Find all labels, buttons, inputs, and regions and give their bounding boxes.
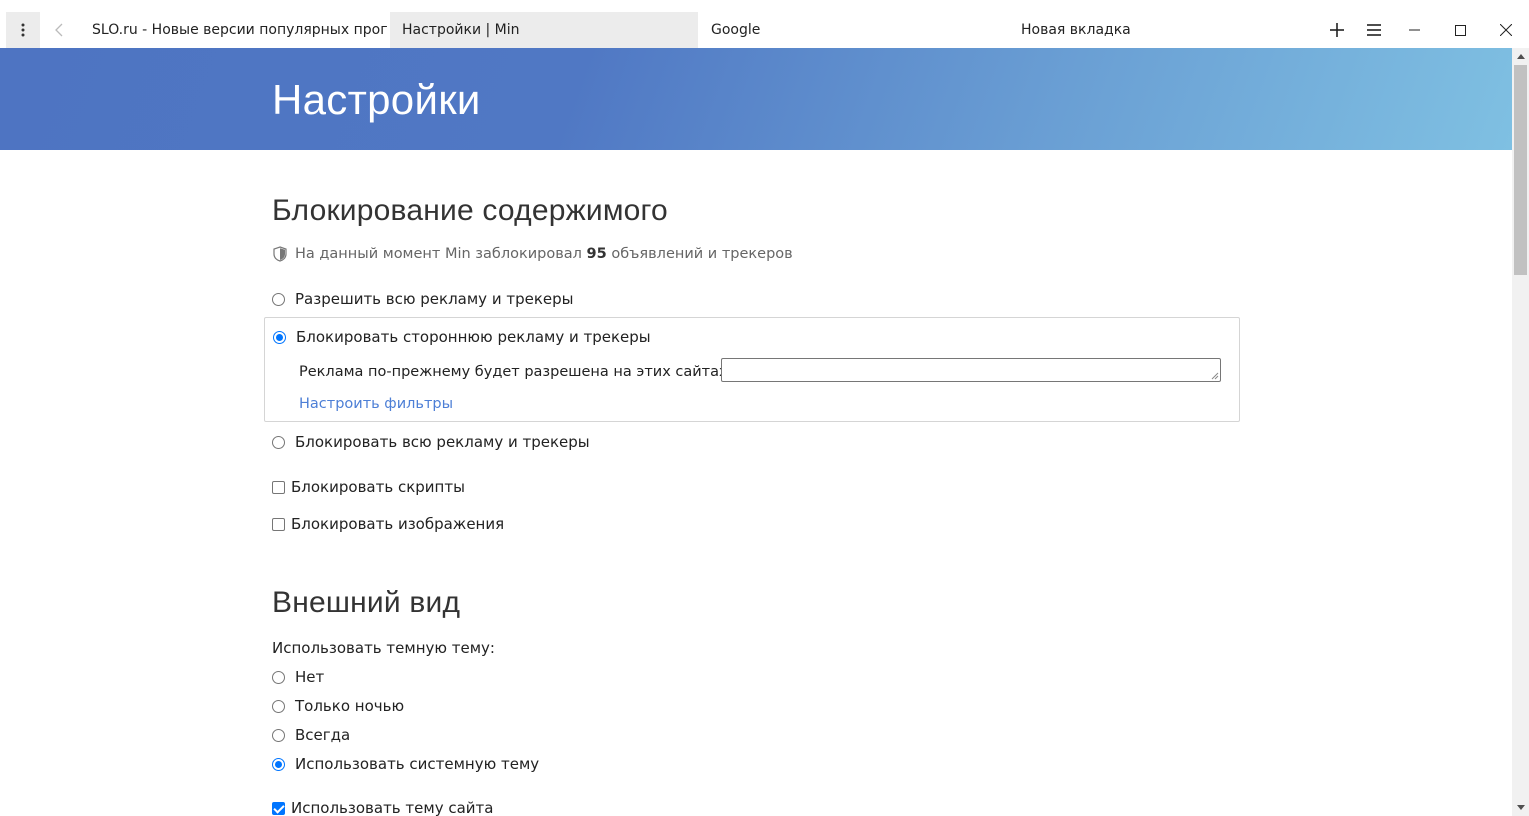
scroll-down-button[interactable] — [1512, 799, 1529, 816]
option-label: Всегда — [295, 726, 351, 744]
option-allow-all[interactable]: Разрешить всю рекламу и трекеры — [272, 290, 573, 308]
option-dark-never[interactable]: Нет — [272, 668, 324, 686]
radio-block-third-party[interactable] — [273, 330, 286, 344]
option-block-all[interactable]: Блокировать всю рекламу и трекеры — [272, 433, 590, 451]
option-dark-always[interactable]: Всегда — [272, 726, 350, 744]
close-button[interactable] — [1488, 12, 1524, 48]
tab-settings[interactable]: Настройки | Min — [390, 12, 698, 48]
chevron-left-icon — [55, 23, 63, 37]
option-label: Использовать тему сайта — [291, 799, 494, 816]
tab-slo[interactable]: SLO.ru - Новые версии популярных прог — [80, 12, 390, 48]
add-tab-button[interactable] — [1319, 12, 1355, 48]
title-bar: SLO.ru - Новые версии популярных прог На… — [0, 0, 1529, 48]
option-dark-system[interactable]: Использовать системную тему — [272, 755, 539, 773]
option-label: Блокировать всю рекламу и трекеры — [295, 433, 590, 451]
block-third-party-box: Блокировать стороннюю рекламу и трекеры … — [264, 317, 1240, 422]
option-label: Блокировать скрипты — [291, 478, 465, 496]
option-dark-night[interactable]: Только ночью — [272, 697, 404, 715]
scroll-up-button[interactable] — [1512, 48, 1529, 65]
checkbox-block-images[interactable] — [272, 517, 285, 531]
option-block-images[interactable]: Блокировать изображения — [272, 515, 504, 533]
resize-grip-icon[interactable] — [1211, 372, 1219, 380]
minimize-button[interactable] — [1396, 12, 1432, 48]
option-label: Блокировать стороннюю рекламу и трекеры — [296, 328, 651, 346]
page-title: Настройки — [272, 76, 481, 123]
option-block-scripts[interactable]: Блокировать скрипты — [272, 478, 465, 496]
tab-label: Настройки | Min — [402, 22, 520, 38]
info-suffix: объявлений и трекеров — [611, 246, 793, 262]
checkbox-site-theme[interactable] — [272, 801, 285, 815]
close-icon — [1500, 24, 1512, 36]
back-button[interactable] — [48, 12, 70, 48]
blocked-count: 95 — [586, 246, 607, 262]
triangle-down-icon — [1516, 805, 1525, 810]
tab-label: Google — [711, 22, 761, 38]
whitelist-label: Реклама по-прежнему будет разрешена на э… — [299, 364, 733, 380]
content-blocking-title: Блокирование содержимого — [272, 194, 668, 227]
vertical-dots-icon — [21, 23, 25, 37]
radio-dark-system[interactable] — [272, 757, 285, 771]
tab-label: SLO.ru - Новые версии популярных прог — [92, 22, 388, 38]
option-block-third-party[interactable]: Блокировать стороннюю рекламу и трекеры — [273, 328, 651, 346]
checkbox-block-scripts[interactable] — [272, 480, 285, 494]
option-label: Блокировать изображения — [291, 515, 505, 533]
tab-new[interactable]: Новая вкладка — [1008, 12, 1308, 48]
radio-dark-night[interactable] — [272, 699, 285, 713]
option-label: Использовать системную тему — [295, 755, 540, 773]
option-label: Только ночью — [295, 697, 405, 715]
tab-google[interactable]: Google — [698, 12, 1008, 48]
menu-button[interactable] — [6, 12, 40, 48]
maximize-icon — [1454, 24, 1466, 36]
dark-theme-label: Использовать темную тему: — [272, 639, 495, 657]
hamburger-icon — [1367, 24, 1381, 36]
radio-allow-all[interactable] — [272, 292, 285, 306]
option-label: Нет — [295, 668, 325, 686]
scrollbar[interactable] — [1512, 48, 1529, 816]
option-label: Разрешить всю рекламу и трекеры — [295, 290, 574, 308]
blocked-count-info: На данный момент Min заблокировал 95 объ… — [273, 246, 793, 262]
maximize-button[interactable] — [1442, 12, 1478, 48]
minimize-icon — [1408, 29, 1420, 31]
settings-content: Блокирование содержимого На данный момен… — [0, 150, 1512, 816]
info-prefix: На данный момент Min заблокировал — [295, 246, 582, 262]
tab-label: Новая вкладка — [1021, 22, 1131, 38]
plus-icon — [1330, 23, 1344, 37]
whitelist-textarea[interactable] — [721, 358, 1221, 382]
scroll-thumb[interactable] — [1514, 65, 1527, 275]
radio-dark-always[interactable] — [272, 728, 285, 742]
radio-dark-never[interactable] — [272, 670, 285, 684]
configure-filters-link[interactable]: Настроить фильтры — [299, 396, 453, 412]
tasks-button[interactable] — [1356, 12, 1392, 48]
triangle-up-icon — [1516, 54, 1525, 59]
appearance-title: Внешний вид — [272, 586, 461, 619]
radio-block-all[interactable] — [272, 435, 285, 449]
option-site-theme[interactable]: Использовать тему сайта — [272, 799, 493, 816]
settings-header: Настройки — [0, 48, 1512, 150]
shield-icon — [273, 246, 287, 262]
